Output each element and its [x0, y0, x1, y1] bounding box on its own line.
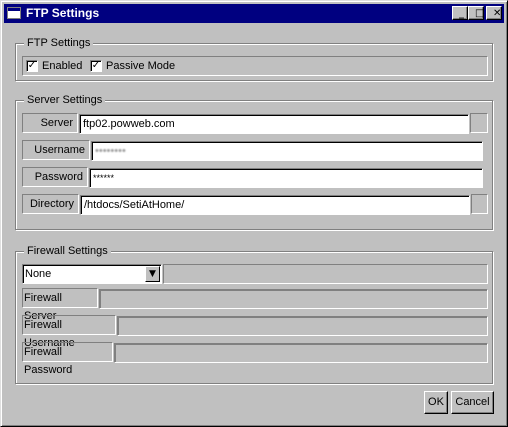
- close-button[interactable]: ✕: [486, 6, 502, 20]
- password-label: Password: [22, 167, 88, 187]
- directory-filler: [471, 194, 488, 214]
- server-input[interactable]: ftp02.powweb.com: [79, 114, 469, 134]
- minimize-button[interactable]: _: [452, 6, 468, 20]
- username-value: ••••••••: [95, 145, 126, 157]
- server-settings-legend: Server Settings: [24, 93, 106, 107]
- ftp-settings-group: FTP Settings ✓ Enabled ✓ Passive Mode: [15, 36, 493, 81]
- username-input[interactable]: ••••••••: [91, 141, 483, 161]
- firewall-settings-group: Firewall Settings None ▼ Firewall Server…: [15, 244, 493, 384]
- firewall-username-input[interactable]: [117, 316, 488, 336]
- firewall-settings-legend: Firewall Settings: [24, 244, 111, 258]
- firewall-server-input[interactable]: [99, 289, 488, 309]
- passive-mode-label[interactable]: Passive Mode: [106, 60, 175, 73]
- firewall-username-label: Firewall Username: [22, 315, 116, 349]
- enabled-checkbox[interactable]: ✓: [26, 60, 38, 72]
- firewall-type-filler: [163, 264, 488, 284]
- maximize-button[interactable]: □: [468, 6, 484, 20]
- directory-input[interactable]: /htdocs/SetiAtHome/: [80, 195, 470, 215]
- firewall-type-select[interactable]: None ▼: [22, 264, 162, 284]
- ftp-settings-legend: FTP Settings: [24, 36, 94, 50]
- window-title: FTP Settings: [26, 6, 100, 20]
- ftp-options-strip: ✓ Enabled ✓ Passive Mode: [22, 56, 488, 76]
- cancel-button[interactable]: Cancel: [451, 391, 494, 414]
- title-bar[interactable]: FTP Settings _ □ ✕: [4, 4, 504, 23]
- enabled-label[interactable]: Enabled: [42, 60, 82, 73]
- ok-button[interactable]: OK: [424, 391, 448, 414]
- server-settings-group: Server Settings Server ftp02.powweb.com …: [15, 93, 493, 230]
- username-label: Username: [22, 140, 90, 160]
- firewall-password-input[interactable]: [114, 343, 488, 363]
- ftp-settings-window: FTP Settings _ □ ✕ FTP Settings ✓ Enable…: [0, 0, 508, 427]
- chevron-down-icon[interactable]: ▼: [145, 266, 160, 282]
- server-filler: [470, 113, 488, 133]
- window-icon: [7, 7, 21, 19]
- server-label: Server: [22, 113, 78, 133]
- directory-label: Directory: [22, 194, 79, 214]
- firewall-password-label: Firewall Password: [22, 342, 113, 376]
- firewall-type-value: None: [25, 268, 52, 280]
- password-input[interactable]: ******: [89, 168, 483, 188]
- passive-mode-checkbox[interactable]: ✓: [90, 60, 102, 72]
- firewall-server-label: Firewall Server: [22, 288, 98, 322]
